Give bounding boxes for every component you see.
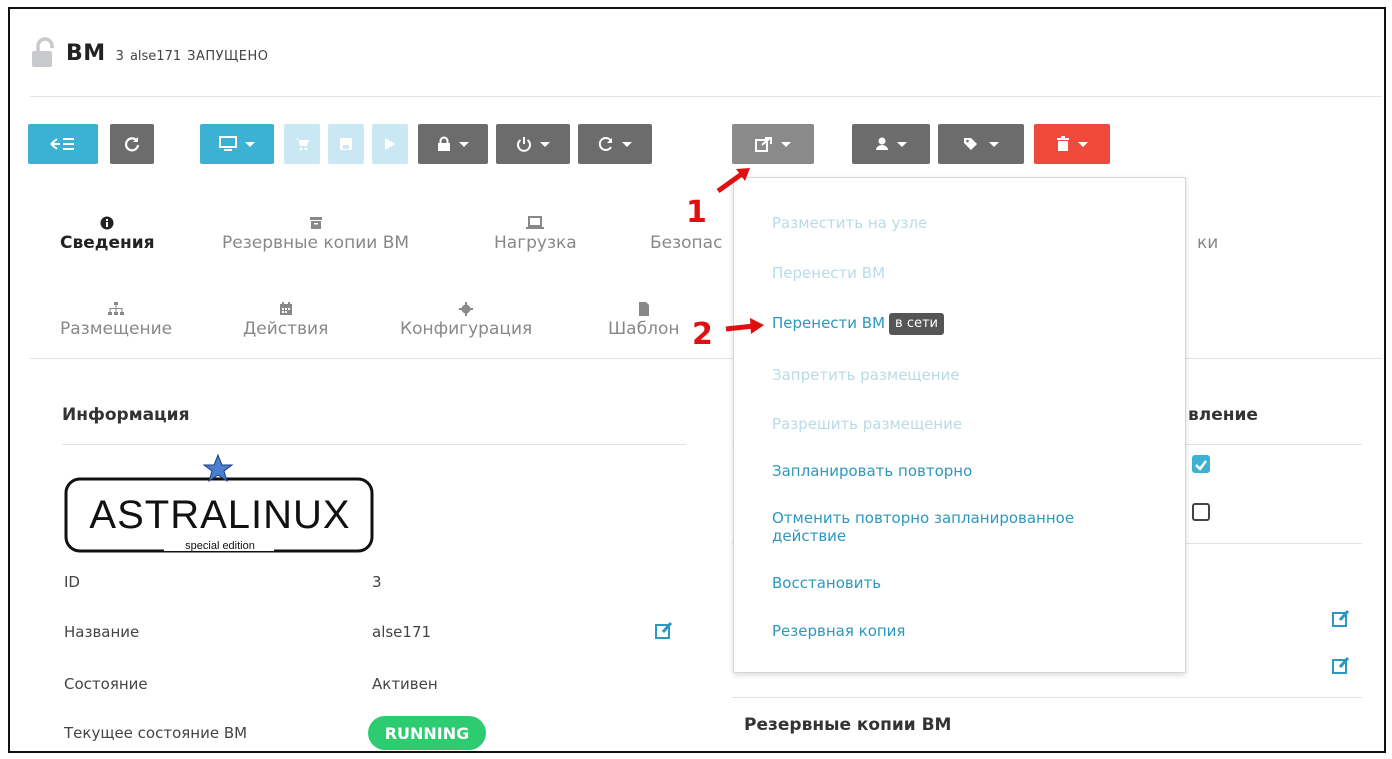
tab-label: Размещение — [60, 319, 173, 339]
vm-detail-panel: ВМ 3 alse171 ЗАПУЩЕНО Сведения Резервные… — [8, 7, 1386, 753]
menu-item-deploy[interactable]: Разместить на узле — [772, 214, 927, 232]
menu-item-hold[interactable]: Запретить размещение — [772, 366, 960, 384]
tab-label: Безопас — [650, 233, 723, 253]
page-title: ВМ — [66, 40, 106, 66]
tags-icon — [964, 138, 977, 150]
backups-section-title: Резервные копии ВМ — [744, 715, 952, 735]
tab-label: Резервные копии ВМ — [222, 233, 410, 253]
user-dropdown-button[interactable] — [852, 124, 930, 164]
save-button[interactable] — [328, 124, 364, 164]
calendar-icon — [279, 302, 292, 315]
right-divider-4 — [732, 751, 1362, 752]
desktop-icon — [219, 136, 237, 151]
id-value: 3 — [372, 573, 382, 591]
info-divider — [62, 444, 686, 445]
status-badge: RUNNING — [368, 716, 486, 750]
edit-name-icon[interactable] — [655, 621, 673, 639]
unlock-icon — [32, 37, 54, 67]
menu-item-resched[interactable]: Запланировать повторно — [772, 462, 972, 480]
menu-item-recover[interactable]: Восстановить — [772, 574, 881, 592]
tab-configuration[interactable]: Конфигурация — [400, 301, 532, 339]
delete-dropdown-button[interactable] — [1034, 124, 1110, 164]
tab-label: Шаблон — [608, 319, 680, 339]
file-icon — [638, 302, 649, 316]
tab-label: Сведения — [60, 233, 155, 253]
archive-icon — [309, 217, 322, 229]
vnc-dropdown-button[interactable] — [200, 124, 274, 164]
menu-item-backup[interactable]: Резервная копия — [772, 622, 905, 640]
state-label: Состояние — [64, 675, 148, 693]
lock-icon — [438, 136, 450, 151]
laptop-icon — [526, 216, 545, 229]
share-square-icon — [755, 137, 772, 152]
lcm-state-label: Текущее состояние ВМ — [64, 724, 248, 742]
header-divider — [30, 96, 1382, 97]
tab-label: Нагрузка — [494, 233, 577, 253]
info-circle-icon — [100, 216, 114, 230]
tab-label: Конфигурация — [400, 319, 533, 339]
migrate-dropdown-menu: Разместить на узле Перенести ВМ Перенест… — [733, 177, 1186, 673]
menu-item-release[interactable]: Разрешить размещение — [772, 415, 962, 433]
menu-item-migrate[interactable]: Перенести ВМ — [772, 264, 885, 282]
permission-checkbox-checked[interactable] — [1192, 455, 1210, 473]
reboot-dropdown-button[interactable] — [578, 124, 652, 164]
annotation-arrow-2 — [725, 318, 764, 334]
sitemap-icon — [108, 302, 125, 315]
annotation-marker-2: 2 — [692, 317, 713, 352]
menu-item-unresched[interactable]: Отменить повторно запланированное действ… — [772, 509, 1152, 545]
tab-placement[interactable]: Размещение — [60, 301, 172, 339]
right-section-title: вление — [1188, 405, 1258, 425]
annotation-arrow-1 — [716, 168, 750, 194]
tab-load[interactable]: Нагрузка — [494, 215, 577, 253]
edit-group-icon[interactable] — [1332, 656, 1350, 674]
tab-actions[interactable]: Действия — [243, 301, 328, 339]
name-value: alse171 — [372, 623, 432, 641]
edit-owner-icon[interactable] — [1332, 609, 1350, 627]
name-label: Название — [64, 623, 140, 641]
annotation-marker-1: 1 — [686, 195, 707, 230]
labels-dropdown-button[interactable] — [938, 124, 1024, 164]
logo-subtext: special edition — [185, 540, 255, 552]
play-button[interactable] — [372, 124, 408, 164]
user-icon — [876, 137, 888, 150]
play-icon — [385, 138, 395, 150]
id-label: ID — [64, 573, 80, 591]
power-dropdown-button[interactable] — [496, 124, 570, 164]
menu-item-migrate-live[interactable]: Перенести ВМ в сети — [772, 313, 944, 335]
vm-id: 3 — [115, 48, 124, 64]
tab-template[interactable]: Шаблон — [608, 301, 679, 339]
tab-label: Действия — [243, 319, 329, 339]
tab-label: ки — [1197, 233, 1219, 253]
cog-icon — [459, 302, 474, 316]
info-section-title: Информация — [62, 405, 190, 425]
save-as-template-button[interactable] — [284, 124, 320, 164]
floppy-icon — [340, 138, 352, 150]
tab-partial[interactable]: ки — [1197, 215, 1218, 253]
live-tag: в сети — [889, 313, 944, 335]
lock-dropdown-button[interactable] — [418, 124, 488, 164]
power-icon — [517, 137, 531, 152]
vm-state: ЗАПУЩЕНО — [187, 48, 269, 64]
refresh-button[interactable] — [110, 124, 154, 164]
refresh-icon — [124, 137, 140, 152]
tab-info[interactable]: Сведения — [60, 215, 155, 253]
repeat-icon — [598, 137, 612, 151]
permission-checkbox[interactable] — [1192, 503, 1210, 521]
cart-icon — [295, 138, 309, 151]
vm-name: alse171 — [129, 48, 182, 64]
trash-icon — [1057, 136, 1069, 151]
right-divider-3 — [732, 697, 1362, 698]
tab-backups[interactable]: Резервные копии ВМ — [222, 215, 409, 253]
state-value: Активен — [372, 675, 438, 693]
back-to-list-button[interactable] — [28, 124, 98, 164]
page-header: ВМ 3 alse171 ЗАПУЩЕНО — [28, 33, 269, 73]
migrate-dropdown-button[interactable] — [732, 124, 814, 164]
astralinux-logo: ASTRALINUX special edition — [64, 453, 376, 555]
logo-text: ASTRALINUX — [89, 493, 351, 537]
